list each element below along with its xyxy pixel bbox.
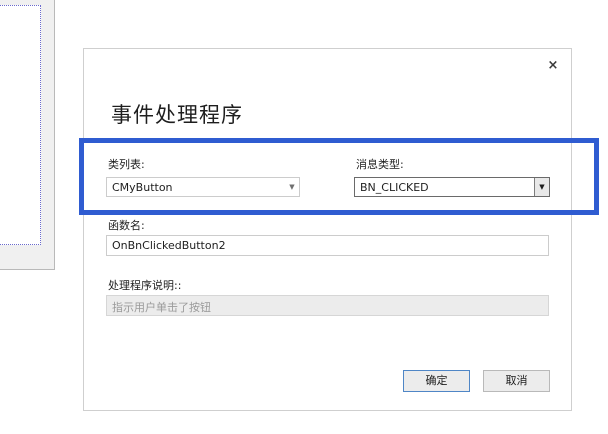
handler-description-input: 指示用户单击了按钮 xyxy=(106,295,549,316)
background-window xyxy=(0,0,55,270)
function-name-value: OnBnClickedButton2 xyxy=(112,239,226,252)
ok-button[interactable]: 确定 xyxy=(403,370,470,392)
message-type-value: BN_CLICKED xyxy=(360,181,429,194)
function-name-label: 函数名: xyxy=(108,219,145,232)
chevron-down-icon[interactable]: ▼ xyxy=(534,178,549,196)
close-icon[interactable]: × xyxy=(545,58,561,74)
function-name-input[interactable]: OnBnClickedButton2 xyxy=(106,235,549,256)
message-type-combo[interactable]: BN_CLICKED ▼ xyxy=(354,177,550,197)
dialog-title: 事件处理程序 xyxy=(111,103,243,127)
cancel-button[interactable]: 取消 xyxy=(483,370,550,392)
message-type-label: 消息类型: xyxy=(356,158,404,171)
background-window-client-area xyxy=(0,5,41,245)
handler-description-label: 处理程序说明:: xyxy=(108,279,182,292)
event-handler-dialog: × 事件处理程序 类列表: CMyButton ▼ 消息类型: BN_CLICK… xyxy=(83,48,572,411)
class-list-label: 类列表: xyxy=(108,158,145,171)
handler-description-value: 指示用户单击了按钮 xyxy=(112,301,211,314)
class-list-combo[interactable]: CMyButton ▼ xyxy=(106,177,300,197)
chevron-down-icon[interactable]: ▼ xyxy=(285,178,299,196)
class-list-value: CMyButton xyxy=(112,181,173,194)
